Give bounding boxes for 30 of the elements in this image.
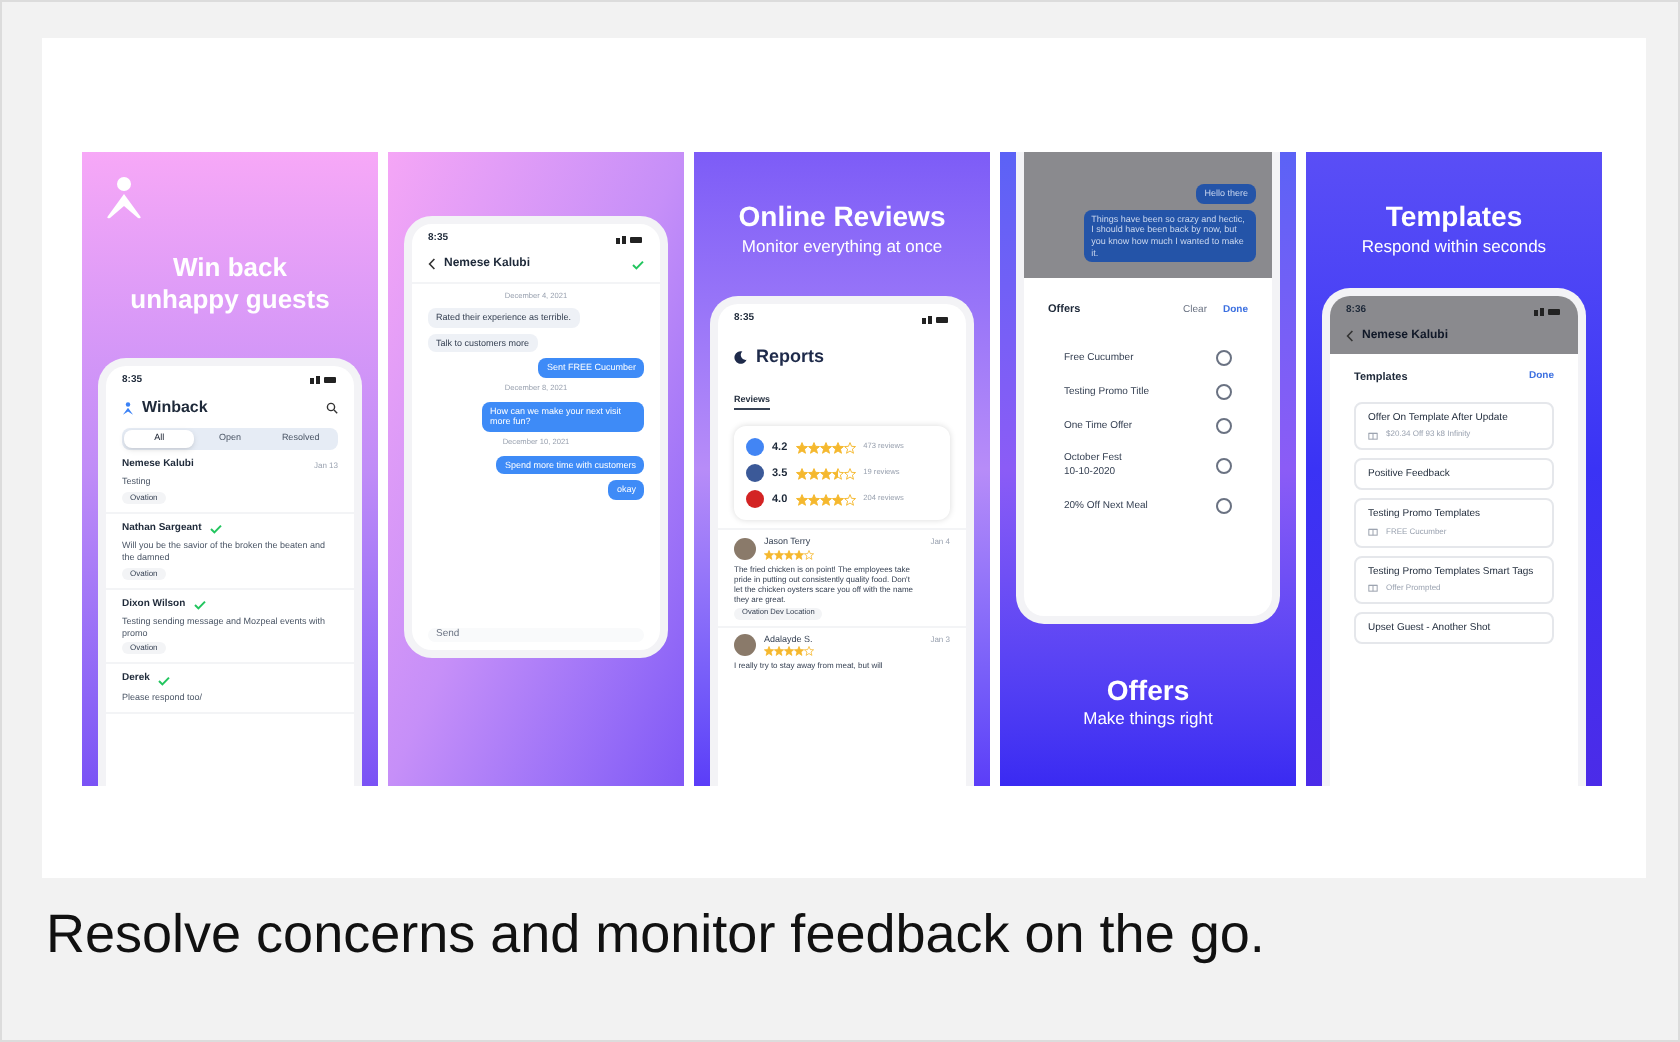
radio-button[interactable] <box>1216 350 1232 367</box>
app-logo-icon <box>106 176 142 220</box>
gift-icon <box>1368 526 1378 537</box>
battery-icon <box>616 235 644 244</box>
back-icon[interactable] <box>428 258 436 270</box>
panel-subheading: Respond within seconds <box>1361 235 1547 257</box>
app-logo-icon <box>122 401 134 415</box>
radio-button[interactable] <box>1216 418 1232 435</box>
battery-icon <box>310 376 338 385</box>
screen-title: Winback <box>142 396 208 420</box>
check-icon <box>632 259 644 269</box>
panel-headline: Templates <box>1385 200 1523 235</box>
panel-headline: Online Reviews <box>738 200 946 235</box>
battery-icon <box>1534 307 1562 316</box>
panel-headline: Win back unhappy guests <box>128 252 332 317</box>
avatar <box>734 537 756 559</box>
caption: Resolve concerns and monitor feedback on the go. <box>46 902 1267 968</box>
gift-icon <box>1368 429 1378 440</box>
radio-button[interactable] <box>1216 498 1232 515</box>
moon-logo-icon <box>734 349 748 364</box>
avatar <box>734 633 756 656</box>
gift-icon <box>1368 582 1378 593</box>
panel-subheading: Make things right <box>1083 708 1213 730</box>
panel-headline: Offers <box>1106 673 1190 709</box>
radio-button[interactable] <box>1216 384 1232 401</box>
search-icon <box>326 402 338 414</box>
radio-button[interactable] <box>1216 458 1232 475</box>
panel-subheading: Monitor everything at once <box>741 235 943 257</box>
screen-title: Reports <box>756 343 825 370</box>
battery-icon <box>922 315 950 324</box>
